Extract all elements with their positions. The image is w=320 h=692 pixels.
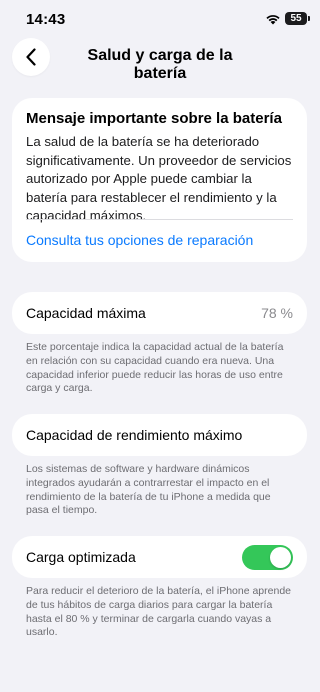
max-capacity-label: Capacidad máxima <box>26 305 146 321</box>
toggle-knob <box>270 546 291 568</box>
max-capacity-row: Capacidad máxima 78 % <box>12 292 307 334</box>
divider <box>26 219 293 220</box>
battery-message-card: Mensaje importante sobre la batería La s… <box>12 98 307 262</box>
message-body: La salud de la batería se ha deteriorado… <box>26 134 292 223</box>
battery-level: 55 <box>290 12 302 24</box>
wifi-icon <box>266 15 280 25</box>
peak-performance-row: Capacidad de rendimiento máximo <box>12 414 307 456</box>
page-title: Salud y carga de la batería <box>87 47 233 82</box>
max-capacity-footnote: Este porcentaje indica la capacidad actu… <box>26 341 284 395</box>
optimized-charging-footnote: Para reducir el deterioro de la batería,… <box>26 585 292 639</box>
status-time: 14:43 <box>26 11 66 28</box>
optimized-charging-label: Carga optimizada <box>26 549 136 565</box>
battery-tip <box>308 16 310 21</box>
max-capacity-value: 78 % <box>261 305 293 321</box>
message-title: Mensaje importante sobre la batería <box>26 110 282 127</box>
battery-icon: 55 <box>285 12 310 25</box>
back-button[interactable] <box>12 38 50 76</box>
repair-options-link[interactable]: Consulta tus opciones de reparación <box>26 232 253 248</box>
peak-performance-label: Capacidad de rendimiento máximo <box>26 427 243 443</box>
status-bar: 14:43 55 <box>0 0 320 36</box>
optimized-charging-toggle[interactable] <box>242 544 293 570</box>
chevron-left-icon <box>26 48 36 66</box>
peak-performance-footnote: Los sistemas de software y hardware diná… <box>26 463 271 517</box>
optimized-charging-row: Carga optimizada <box>12 536 307 578</box>
